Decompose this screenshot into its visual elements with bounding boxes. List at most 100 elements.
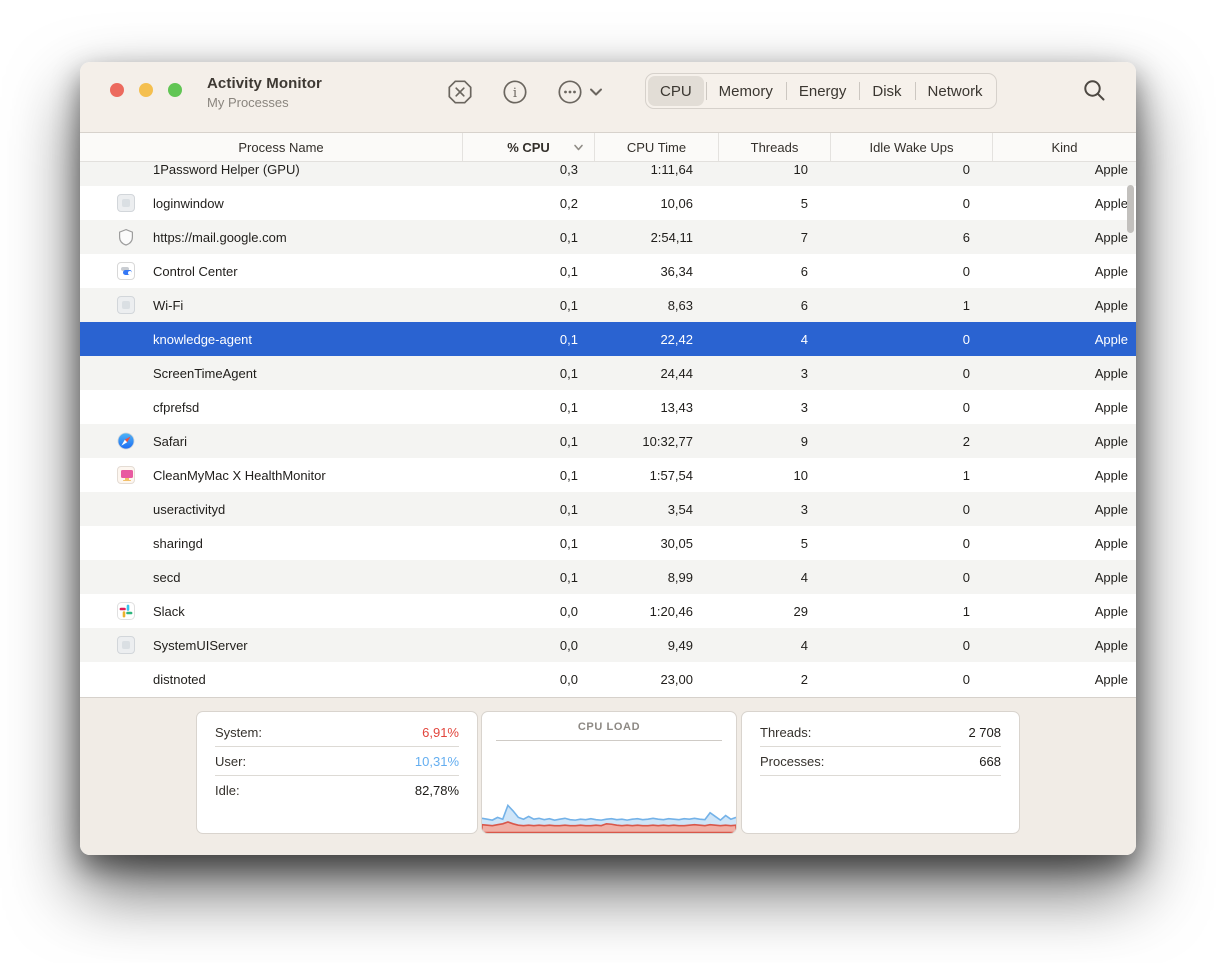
cpu-time-cell: 8,63: [667, 297, 693, 313]
column-header-cpu[interactable]: % CPU: [462, 133, 594, 161]
process-name: SystemUIServer: [153, 637, 248, 653]
tab-energy[interactable]: Energy: [785, 76, 860, 106]
activity-monitor-window: Activity Monitor My Processes i CPU Memor…: [80, 62, 1136, 855]
kind-cell: Apple: [1094, 467, 1128, 483]
kind-cell: Apple: [1094, 399, 1128, 415]
cpu-percent-cell: 0,1: [559, 229, 578, 245]
view-segmented-control: CPU Memory Energy Disk Network: [645, 73, 997, 109]
process-row[interactable]: https://mail.google.com 0,1 2:54,11 7 6 Apple: [80, 220, 1136, 254]
process-row[interactable]: distnoted 0,0 23,00 2 0 Apple: [80, 662, 1136, 696]
kind-cell: Apple: [1094, 331, 1128, 347]
process-name: Control Center: [153, 263, 238, 279]
process-row[interactable]: ScreenTimeAgent 0,1 24,44 3 0 Apple: [80, 356, 1136, 390]
idle-wake-ups-cell: 1: [962, 467, 970, 483]
no-icon: [117, 534, 135, 552]
process-name: cfprefsd: [153, 399, 200, 415]
process-row[interactable]: Control Center 0,1 36,34 6 0 Apple: [80, 254, 1136, 288]
idle-wake-ups-cell: 1: [962, 603, 970, 619]
vertical-scrollbar[interactable]: [1127, 185, 1134, 233]
process-row[interactable]: secd 0,1 8,99 4 0 Apple: [80, 560, 1136, 594]
search-icon[interactable]: [1082, 78, 1107, 103]
process-row[interactable]: SystemUIServer 0,0 9,49 4 0 Apple: [80, 628, 1136, 662]
threads-cell: 4: [800, 331, 808, 347]
idle-wake-ups-cell: 0: [962, 569, 970, 585]
threads-cell: 6: [800, 263, 808, 279]
cpu-time-cell: 24,44: [660, 365, 693, 381]
cpu-time-cell: 10:32,77: [642, 433, 693, 449]
process-name-cell: CleanMyMac X HealthMonitor: [80, 458, 462, 492]
process-row[interactable]: cfprefsd 0,1 13,43 3 0 Apple: [80, 390, 1136, 424]
generic-app-icon: [117, 636, 135, 654]
table-header: Process Name % CPU CPU Time Threads Idle…: [80, 133, 1136, 162]
cpu-percent-cell: 0,1: [559, 365, 578, 381]
cpu-time-cell: 8,99: [667, 569, 693, 585]
cpu-percent-cell: 0,1: [559, 331, 578, 347]
no-icon: [117, 398, 135, 416]
process-row[interactable]: loginwindow 0,2 10,06 5 0 Apple: [80, 186, 1136, 220]
inspect-info-icon[interactable]: i: [502, 79, 528, 105]
cpu-percent-cell: 0,0: [559, 637, 578, 653]
idle-wake-ups-cell: 0: [962, 637, 970, 653]
cpu-time-cell: 1:57,54: [649, 467, 693, 483]
more-options-icon[interactable]: [557, 79, 583, 105]
process-row[interactable]: CleanMyMac X HealthMonitor 0,1 1:57,54 10 1 A…: [80, 458, 1136, 492]
no-icon: [117, 330, 135, 348]
process-row[interactable]: Safari 0,1 10:32,77 9 2 Apple: [80, 424, 1136, 458]
svg-text:i: i: [513, 86, 517, 101]
process-row[interactable]: useractivityd 0,1 3,54 3 0 Apple: [80, 492, 1136, 526]
kind-cell: Apple: [1094, 501, 1128, 517]
idle-label: Idle:: [215, 783, 240, 798]
idle-wake-ups-cell: 0: [962, 671, 970, 687]
cpu-percent-cell: 0,1: [559, 263, 578, 279]
process-name-cell: useractivityd: [80, 492, 462, 526]
cpu-percent-cell: 0,1: [559, 433, 578, 449]
cpu-load-panel: CPU LOAD: [481, 711, 737, 834]
kind-cell: Apple: [1094, 263, 1128, 279]
zoom-button[interactable]: [168, 83, 182, 97]
cpu-percent-cell: 0,0: [559, 671, 578, 687]
process-name-cell: SystemUIServer: [80, 628, 462, 662]
slack-icon: [117, 602, 135, 620]
chevron-down-icon[interactable]: [588, 84, 604, 100]
column-header-threads[interactable]: Threads: [718, 133, 830, 161]
column-header-process-name[interactable]: Process Name: [80, 133, 462, 161]
cpu-percent-cell: 0,1: [559, 399, 578, 415]
process-row[interactable]: knowledge-agent 0,1 22,42 4 0 Apple: [80, 322, 1136, 356]
close-button[interactable]: [110, 83, 124, 97]
idle-wake-ups-cell: 0: [962, 195, 970, 211]
threads-cell: 3: [800, 365, 808, 381]
process-name-cell: ScreenTimeAgent: [80, 356, 462, 390]
generic-app-icon: [117, 296, 135, 314]
column-header-kind[interactable]: Kind: [992, 133, 1136, 161]
tab-cpu[interactable]: CPU: [648, 76, 704, 106]
tab-network[interactable]: Network: [914, 76, 996, 106]
column-header-idle-wake-ups[interactable]: Idle Wake Ups: [830, 133, 992, 161]
process-name: useractivityd: [153, 501, 226, 517]
traffic-lights: [110, 83, 182, 97]
process-row[interactable]: 1Password Helper (GPU) 0,3 1:11,64 10 0 Apple: [80, 162, 1136, 186]
process-row[interactable]: Slack 0,0 1:20,46 29 1 Apple: [80, 594, 1136, 628]
sort-chevron-icon: [573, 142, 584, 153]
tab-memory[interactable]: Memory: [705, 76, 786, 106]
tab-disk[interactable]: Disk: [859, 76, 914, 106]
process-name: distnoted: [153, 671, 206, 687]
process-name-cell: knowledge-agent: [80, 322, 462, 356]
stop-process-icon[interactable]: [447, 79, 473, 105]
safari-icon: [117, 432, 135, 450]
desktop: Activity Monitor My Processes i CPU Memor…: [0, 0, 1216, 963]
process-name-cell: https://mail.google.com: [80, 220, 462, 254]
process-name: ScreenTimeAgent: [153, 365, 257, 381]
cpu-time-cell: 1:11,64: [650, 162, 693, 177]
shield-icon: [117, 228, 135, 246]
idle-wake-ups-cell: 0: [962, 501, 970, 517]
process-row[interactable]: Wi-Fi 0,1 8,63 6 1 Apple: [80, 288, 1136, 322]
process-name-cell: 1Password Helper (GPU): [80, 162, 462, 186]
column-header-cpu-time[interactable]: CPU Time: [594, 133, 718, 161]
process-row[interactable]: sharingd 0,1 30,05 5 0 Apple: [80, 526, 1136, 560]
threads-cell: 5: [800, 195, 808, 211]
threads-cell: 9: [800, 433, 808, 449]
kind-cell: Apple: [1094, 603, 1128, 619]
kind-cell: Apple: [1094, 365, 1128, 381]
minimize-button[interactable]: [139, 83, 153, 97]
idle-wake-ups-cell: 6: [962, 229, 970, 245]
